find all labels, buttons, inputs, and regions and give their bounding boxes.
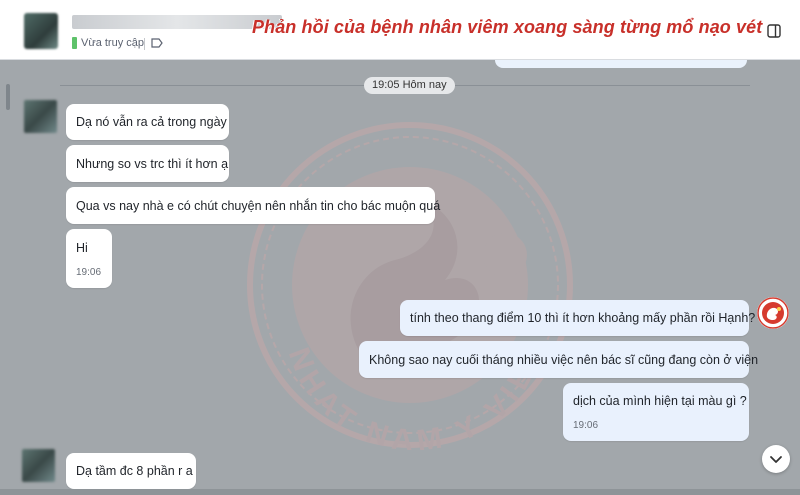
message-bubble[interactable]: Không sao nay cuối tháng nhiều việc nên …	[359, 341, 758, 378]
message-time: 19:06	[76, 267, 102, 278]
previous-message-bubble[interactable]	[495, 60, 747, 68]
status-label: Vừa truy cập	[81, 37, 145, 49]
scroll-to-bottom-button[interactable]	[762, 445, 790, 473]
message-time: 19:06	[573, 420, 599, 431]
chat-area[interactable]: NHAT NAM Y VIEN 19:05 Hôm nay Dạ nó vẫn …	[0, 60, 800, 495]
contact-name-redacted[interactable]	[72, 15, 282, 29]
chevron-down-icon	[770, 456, 782, 463]
contact-avatar-small[interactable]	[24, 100, 57, 133]
tag-icon[interactable]	[151, 38, 163, 48]
contact-avatar-small[interactable]	[22, 449, 55, 482]
online-indicator	[72, 37, 77, 50]
message-text: Dạ nó vẫn ra cả trong ngày	[76, 115, 227, 129]
sidebar-panel-icon[interactable]	[767, 24, 781, 38]
message-bubble[interactable]: Dạ tầm đc 8 phần r a	[66, 453, 196, 489]
message-text: Không sao nay cuối tháng nhiều việc nên …	[369, 353, 759, 367]
chat-header: Vừa truy cập Phản hồi của bệnh nhân viêm…	[0, 0, 800, 60]
scrollbar-thumb[interactable]	[6, 84, 10, 110]
message-text: Dạ tầm đc 8 phần r a	[76, 464, 193, 478]
staff-avatar-logo[interactable]	[757, 297, 789, 329]
message-text: tính theo thang điểm 10 thì ít hơn khoản…	[410, 311, 756, 325]
message-bubble[interactable]: Hi 19:06	[66, 229, 112, 288]
message-text: Qua vs nay nhà e có chút chuyện nên nhắn…	[76, 199, 441, 213]
contact-status: Vừa truy cập	[72, 37, 145, 50]
composer-edge	[0, 489, 800, 495]
message-text: dịch của mình hiện tại màu gì ?	[573, 394, 747, 408]
message-text: Hi	[76, 241, 88, 255]
message-bubble[interactable]: Qua vs nay nhà e có chút chuyện nên nhắn…	[66, 187, 440, 224]
time-divider-label: 19:05 Hôm nay	[364, 77, 455, 94]
message-bubble[interactable]: dịch của mình hiện tại màu gì ? 19:06	[563, 383, 749, 441]
banner-title: Phản hồi của bệnh nhân viêm xoang sàng t…	[252, 17, 763, 37]
clinic-watermark-logo: NHAT NAM Y VIEN	[247, 122, 573, 450]
message-text: Nhưng so vs trc thì ít hơn ạ	[76, 157, 229, 171]
message-bubble[interactable]: Dạ nó vẫn ra cả trong ngày	[66, 104, 229, 140]
message-bubble[interactable]: tính theo thang điểm 10 thì ít hơn khoản…	[400, 300, 755, 336]
message-bubble[interactable]: Nhưng so vs trc thì ít hơn ạ	[66, 145, 229, 182]
contact-avatar[interactable]	[24, 13, 58, 49]
header-divider	[144, 38, 145, 50]
